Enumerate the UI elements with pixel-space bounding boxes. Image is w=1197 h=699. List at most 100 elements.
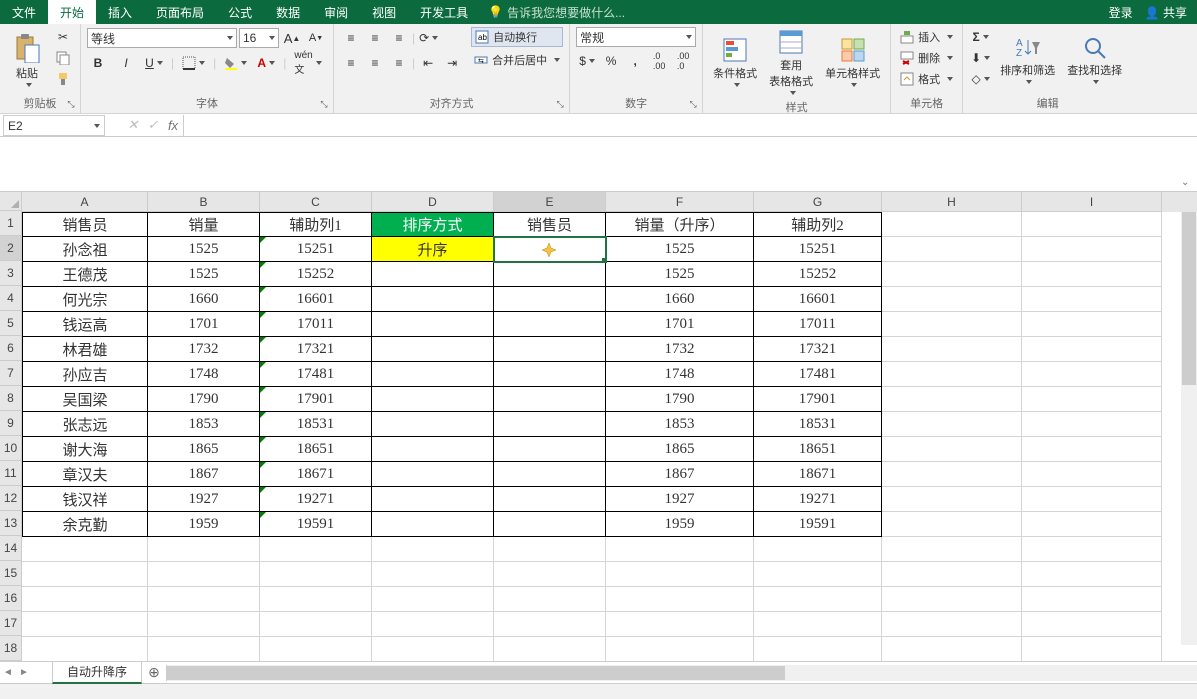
cell-I9[interactable] bbox=[1022, 412, 1162, 437]
cell-H2[interactable] bbox=[882, 237, 1022, 262]
cell-B2[interactable]: 1525 bbox=[148, 237, 260, 262]
cell-D18[interactable] bbox=[372, 637, 494, 661]
cell-H14[interactable] bbox=[882, 537, 1022, 562]
cell-D2[interactable]: 升序 bbox=[372, 237, 494, 262]
row-header-16[interactable]: 16 bbox=[0, 586, 22, 611]
cell-B17[interactable] bbox=[148, 612, 260, 637]
cell-I13[interactable] bbox=[1022, 512, 1162, 537]
cell-B4[interactable]: 1660 bbox=[148, 287, 260, 312]
cell-A12[interactable]: 钱汉祥 bbox=[22, 487, 148, 512]
cell-C9[interactable]: 18531 bbox=[260, 412, 372, 437]
formula-bar-expanded[interactable]: ⌄ bbox=[0, 137, 1197, 192]
cell-D10[interactable] bbox=[372, 437, 494, 462]
format-as-table-button[interactable]: 套用 表格格式 bbox=[765, 27, 817, 97]
cell-F13[interactable]: 1959 bbox=[606, 512, 754, 537]
cell-H12[interactable] bbox=[882, 487, 1022, 512]
wrap-text-button[interactable]: ab自动换行 bbox=[471, 27, 563, 47]
cell-B18[interactable] bbox=[148, 637, 260, 661]
cell-E15[interactable] bbox=[494, 562, 606, 587]
collapse-formula-icon[interactable]: ⌄ bbox=[1181, 177, 1195, 191]
decrease-decimal-button[interactable]: .00.0 bbox=[672, 51, 694, 71]
cell-A17[interactable] bbox=[22, 612, 148, 637]
row-header-18[interactable]: 18 bbox=[0, 636, 22, 661]
cell-E5[interactable] bbox=[494, 312, 606, 337]
font-launcher[interactable]: ⤡ bbox=[317, 97, 331, 111]
horizontal-scrollbar[interactable] bbox=[166, 665, 1197, 681]
login-link[interactable]: 登录 bbox=[1109, 4, 1133, 21]
tab-page-layout[interactable]: 页面布局 bbox=[144, 0, 216, 24]
cell-H10[interactable] bbox=[882, 437, 1022, 462]
cell-D9[interactable] bbox=[372, 412, 494, 437]
cell-I4[interactable] bbox=[1022, 287, 1162, 312]
col-header-H[interactable]: H bbox=[882, 192, 1022, 212]
cell-styles-button[interactable]: 单元格样式 bbox=[821, 27, 884, 97]
cell-E17[interactable] bbox=[494, 612, 606, 637]
cell-G4[interactable]: 16601 bbox=[754, 287, 882, 312]
cell-G1[interactable]: 辅助列2 bbox=[754, 212, 882, 237]
cell-G5[interactable]: 17011 bbox=[754, 312, 882, 337]
decrease-indent-button[interactable]: ⇤ bbox=[417, 53, 439, 73]
cell-G14[interactable] bbox=[754, 537, 882, 562]
cell-H6[interactable] bbox=[882, 337, 1022, 362]
cell-B9[interactable]: 1853 bbox=[148, 412, 260, 437]
cell-E4[interactable] bbox=[494, 287, 606, 312]
cell-G2[interactable]: 15251 bbox=[754, 237, 882, 262]
col-header-G[interactable]: G bbox=[754, 192, 882, 212]
cell-F2[interactable]: 1525 bbox=[606, 237, 754, 262]
underline-button[interactable]: U bbox=[143, 53, 165, 73]
cell-C11[interactable]: 18671 bbox=[260, 462, 372, 487]
cell-C18[interactable] bbox=[260, 637, 372, 661]
tab-review[interactable]: 审阅 bbox=[312, 0, 360, 24]
row-header-5[interactable]: 5 bbox=[0, 311, 22, 336]
cell-H7[interactable] bbox=[882, 362, 1022, 387]
align-bottom-button[interactable]: ≡ bbox=[388, 28, 410, 48]
cell-I7[interactable] bbox=[1022, 362, 1162, 387]
cell-A1[interactable]: 销售员 bbox=[22, 212, 148, 237]
cell-E6[interactable] bbox=[494, 337, 606, 362]
cancel-formula-button[interactable]: ✕ bbox=[123, 117, 143, 133]
cell-A5[interactable]: 钱运高 bbox=[22, 312, 148, 337]
phonetic-button[interactable]: wén文 bbox=[292, 53, 323, 73]
vertical-scrollbar[interactable] bbox=[1181, 212, 1197, 645]
cell-D15[interactable] bbox=[372, 562, 494, 587]
comma-button[interactable]: , bbox=[624, 51, 646, 71]
find-select-button[interactable]: 查找和选择 bbox=[1063, 27, 1126, 93]
enter-formula-button[interactable]: ✓ bbox=[143, 117, 163, 133]
cell-F14[interactable] bbox=[606, 537, 754, 562]
cell-D7[interactable] bbox=[372, 362, 494, 387]
col-header-F[interactable]: F bbox=[606, 192, 754, 212]
tab-data[interactable]: 数据 bbox=[264, 0, 312, 24]
cell-F12[interactable]: 1927 bbox=[606, 487, 754, 512]
conditional-format-button[interactable]: 条件格式 bbox=[709, 27, 761, 97]
name-box[interactable]: E2 bbox=[3, 115, 105, 136]
cell-I5[interactable] bbox=[1022, 312, 1162, 337]
cell-A18[interactable] bbox=[22, 637, 148, 661]
increase-font-button[interactable]: A▲ bbox=[281, 28, 303, 48]
cell-A2[interactable]: 孙念祖 bbox=[22, 237, 148, 262]
row-header-8[interactable]: 8 bbox=[0, 386, 22, 411]
number-format-combo[interactable]: 常规 bbox=[576, 27, 696, 47]
row-header-4[interactable]: 4 bbox=[0, 286, 22, 311]
align-middle-button[interactable]: ≡ bbox=[364, 28, 386, 48]
cell-C15[interactable] bbox=[260, 562, 372, 587]
cell-C1[interactable]: 辅助列1 bbox=[260, 212, 372, 237]
cell-E18[interactable] bbox=[494, 637, 606, 661]
cell-E11[interactable] bbox=[494, 462, 606, 487]
bold-button[interactable]: B bbox=[87, 53, 109, 73]
increase-indent-button[interactable]: ⇥ bbox=[441, 53, 463, 73]
cell-A15[interactable] bbox=[22, 562, 148, 587]
format-cells-button[interactable]: 格式 bbox=[897, 69, 956, 89]
cell-F3[interactable]: 1525 bbox=[606, 262, 754, 287]
cell-G15[interactable] bbox=[754, 562, 882, 587]
cell-D3[interactable] bbox=[372, 262, 494, 287]
percent-button[interactable]: % bbox=[600, 51, 622, 71]
cell-C4[interactable]: 16601 bbox=[260, 287, 372, 312]
cell-F5[interactable]: 1701 bbox=[606, 312, 754, 337]
select-all-corner[interactable] bbox=[0, 192, 22, 211]
formula-input[interactable] bbox=[183, 115, 1197, 136]
cell-E16[interactable] bbox=[494, 587, 606, 612]
row-header-14[interactable]: 14 bbox=[0, 536, 22, 561]
cell-I2[interactable] bbox=[1022, 237, 1162, 262]
autosum-button[interactable]: Σ bbox=[969, 27, 992, 47]
cell-B13[interactable]: 1959 bbox=[148, 512, 260, 537]
